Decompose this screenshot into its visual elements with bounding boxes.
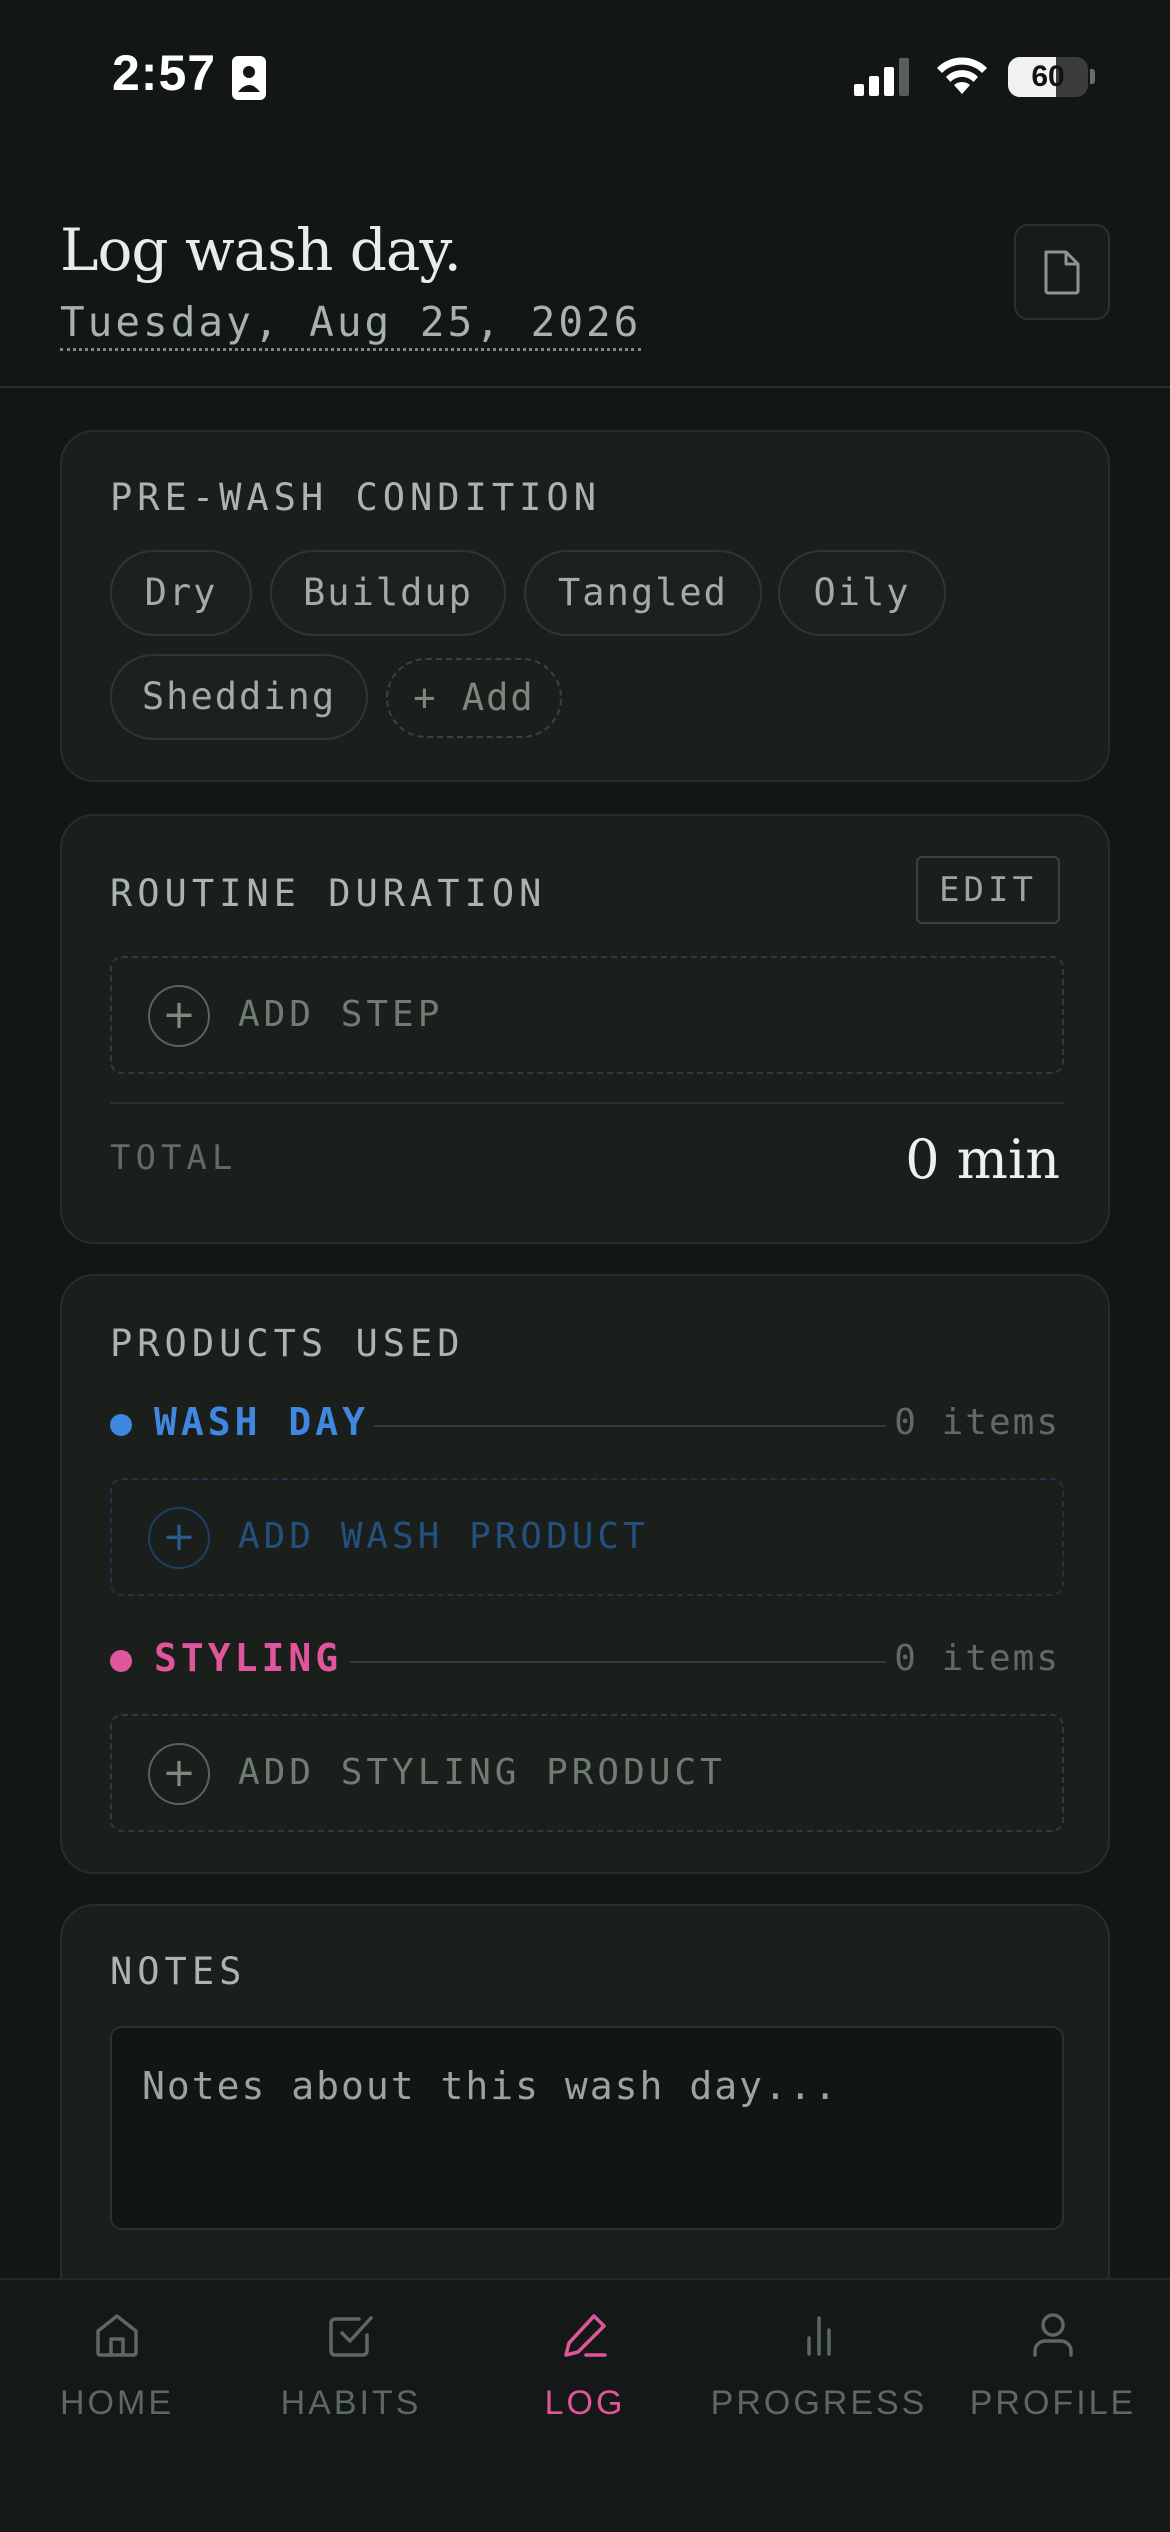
battery-indicator: 60	[1008, 57, 1088, 97]
tab-habits-label: HABITS	[280, 2384, 422, 2422]
styling-count: 0 items	[894, 1638, 1060, 1679]
tab-home-label: HOME	[60, 2384, 174, 2422]
tab-habits[interactable]: HABITS	[234, 2280, 468, 2460]
sim-card-icon	[232, 56, 266, 100]
tab-progress-label: PROGRESS	[710, 2384, 928, 2422]
products-used-card: PRODUCTS USED WASH DAY 0 items + ADD WAS…	[60, 1274, 1110, 1874]
add-styling-product-label: ADD STYLING PRODUCT	[238, 1752, 726, 1793]
wifi-icon	[937, 57, 987, 94]
styling-line	[350, 1661, 886, 1663]
notes-input[interactable]: Notes about this wash day...	[110, 2026, 1064, 2230]
routine-duration-card: ROUTINE DURATION EDIT + ADD STEP TOTAL 0…	[60, 814, 1110, 1244]
bar-chart-icon	[807, 2316, 831, 2356]
bottom-tab-bar: HOME HABITS LOG PROGRESS PROFILE	[0, 2278, 1170, 2532]
add-styling-product-button[interactable]: + ADD STYLING PRODUCT	[110, 1714, 1064, 1832]
plus-icon: +	[148, 985, 210, 1047]
divider	[110, 1102, 1064, 1104]
styling-dot	[110, 1650, 132, 1672]
add-wash-product-label: ADD WASH PRODUCT	[238, 1516, 649, 1557]
home-icon	[96, 2314, 138, 2357]
chip-shedding[interactable]: Shedding	[110, 654, 368, 740]
routine-duration-label: ROUTINE DURATION	[110, 872, 547, 915]
wash-day-line	[374, 1425, 886, 1427]
date-picker[interactable]: Tuesday, Aug 25, 2026	[60, 298, 642, 351]
tab-profile-label: PROFILE	[969, 2384, 1137, 2422]
pre-wash-card: PRE-WASH CONDITION Dry Buildup Tangled O…	[60, 430, 1110, 782]
pencil-icon	[564, 2314, 607, 2357]
wash-day-count: 0 items	[894, 1402, 1060, 1443]
battery-level: 60	[1031, 60, 1065, 93]
wash-day-dot	[110, 1414, 132, 1436]
cellular-signal-icon	[854, 58, 909, 96]
tab-profile[interactable]: PROFILE	[936, 2280, 1170, 2460]
chip-tangled[interactable]: Tangled	[524, 550, 762, 636]
notes-placeholder: Notes about this wash day...	[142, 2064, 839, 2108]
total-value: 0 min	[905, 1128, 1060, 1191]
plus-icon: +	[148, 1743, 210, 1805]
chip-oily[interactable]: Oily	[778, 550, 946, 636]
add-condition-chip[interactable]: + Add	[386, 658, 562, 738]
tab-home[interactable]: HOME	[0, 2280, 234, 2460]
status-bar: 2:57 60	[0, 0, 1170, 150]
notes-label: NOTES	[110, 1950, 247, 1993]
document-button[interactable]	[1014, 224, 1110, 320]
chip-buildup[interactable]: Buildup	[270, 550, 506, 636]
user-icon	[1033, 2313, 1073, 2357]
chip-dry[interactable]: Dry	[110, 550, 252, 636]
battery-tip	[1090, 69, 1095, 84]
products-used-label: PRODUCTS USED	[110, 1322, 465, 1365]
pre-wash-label: PRE-WASH CONDITION	[110, 476, 601, 519]
tab-progress[interactable]: PROGRESS	[702, 2280, 936, 2460]
tab-log-label: LOG	[544, 2384, 626, 2422]
notes-card: NOTES Notes about this wash day...	[60, 1904, 1110, 2324]
status-time: 2:57	[112, 45, 217, 101]
page-title: Log wash day.	[60, 216, 462, 284]
add-wash-product-button[interactable]: + ADD WASH PRODUCT	[110, 1478, 1064, 1596]
add-step-button[interactable]: + ADD STEP	[110, 956, 1064, 1074]
tab-log[interactable]: LOG	[468, 2280, 702, 2460]
total-label: TOTAL	[110, 1138, 238, 1178]
edit-button[interactable]: EDIT	[916, 856, 1060, 924]
wash-day-label: WASH DAY	[154, 1400, 370, 1444]
add-step-label: ADD STEP	[238, 994, 444, 1035]
checkbox-icon	[329, 2316, 373, 2357]
plus-icon: +	[148, 1507, 210, 1569]
page-header: Log wash day. Tuesday, Aug 25, 2026	[0, 150, 1170, 388]
styling-label: STYLING	[154, 1636, 343, 1680]
document-icon	[1044, 250, 1080, 295]
